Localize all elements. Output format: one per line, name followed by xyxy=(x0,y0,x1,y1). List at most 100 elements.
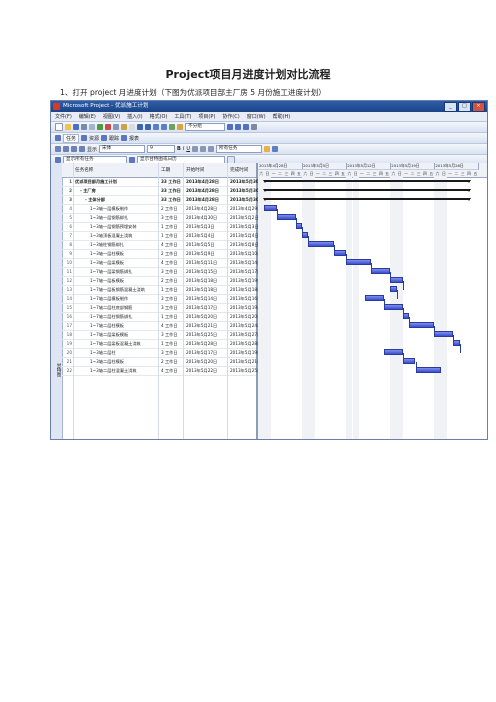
align-right-icon[interactable] xyxy=(207,146,214,152)
maximize-button[interactable]: □ xyxy=(458,102,471,112)
task-finish: 2013年5月19日 xyxy=(230,350,262,355)
paste-icon[interactable] xyxy=(121,124,127,130)
task-bar[interactable] xyxy=(276,214,296,220)
task-name: 1~3轴柱钢筋绑扎 xyxy=(90,242,124,247)
task-bar[interactable] xyxy=(384,349,403,355)
help-icon[interactable] xyxy=(251,124,257,130)
task-start: 2013年5月9日 xyxy=(186,251,215,256)
task-bar[interactable] xyxy=(402,358,416,364)
track-button[interactable]: 跟踪 xyxy=(109,135,119,142)
menu-item[interactable]: 项目(P) xyxy=(198,113,215,120)
timescale: 2013年4月28日六日一二三四五 2013年5月5日六日一二三四五 2013年5月… xyxy=(258,163,487,178)
standard-toolbar: 不分组 xyxy=(51,122,487,133)
task-pane-icon[interactable] xyxy=(55,135,61,141)
menu-item[interactable]: 插入(I) xyxy=(127,113,142,120)
task-finish: 2013年5月14日 xyxy=(230,260,262,265)
task-duration: 3 工作日 xyxy=(161,350,178,355)
open-folder-icon[interactable] xyxy=(65,124,71,130)
gantt-wizard-icon[interactable] xyxy=(271,146,278,152)
task-bar[interactable] xyxy=(264,205,277,211)
show-subtasks-icon[interactable] xyxy=(71,146,77,152)
filter-combo[interactable]: 所有任务 xyxy=(215,145,262,153)
outdent-icon[interactable] xyxy=(55,146,61,152)
task-info-icon[interactable] xyxy=(169,124,175,130)
save-icon[interactable] xyxy=(73,124,79,130)
menu-item[interactable]: 窗口(W) xyxy=(247,113,266,120)
task-name: 1~3轴二层柱 xyxy=(90,350,116,355)
task-name: 优派项目部月施工计划 xyxy=(75,179,117,184)
new-file-icon[interactable] xyxy=(55,123,63,131)
menu-item[interactable]: 视图(V) xyxy=(103,113,120,120)
summary-bar[interactable] xyxy=(263,180,472,183)
menu-item[interactable]: 工具(T) xyxy=(174,113,191,120)
align-center-icon[interactable] xyxy=(199,146,206,152)
task-bar[interactable] xyxy=(390,277,403,283)
unlink-tasks-icon[interactable] xyxy=(161,124,167,130)
task-bar[interactable] xyxy=(346,259,372,265)
link-tasks-icon[interactable] xyxy=(153,124,159,130)
report-button[interactable]: 报表 xyxy=(129,135,139,142)
group-by-combo[interactable]: 不分组 xyxy=(185,123,225,131)
task-duration: 3 工作日 xyxy=(161,305,178,310)
hide-subtasks-icon[interactable] xyxy=(79,146,85,152)
align-left-icon[interactable] xyxy=(191,146,198,152)
task-name: - 主厂房 xyxy=(80,188,96,193)
header-duration[interactable]: 工期 xyxy=(161,167,170,173)
undo-icon[interactable] xyxy=(137,124,143,130)
underline-button[interactable]: U xyxy=(186,146,190,152)
task-id: 20 xyxy=(66,350,72,355)
redo-icon[interactable] xyxy=(145,124,151,130)
spelling-icon[interactable] xyxy=(97,124,103,130)
scroll-to-task-icon[interactable] xyxy=(243,124,249,130)
task-bar[interactable] xyxy=(333,250,347,256)
timescale-week: 2013年5月5日 xyxy=(302,163,348,170)
italic-button[interactable]: I xyxy=(183,146,184,152)
header-task-name[interactable]: 任务名称 xyxy=(75,167,93,173)
copy-icon[interactable] xyxy=(113,124,119,130)
print-icon[interactable] xyxy=(81,124,87,130)
menu-item[interactable]: 协作(C) xyxy=(222,113,239,120)
task-duration: 1 工作日 xyxy=(161,224,178,229)
task-name: 1~3轴一层梁模板 xyxy=(90,260,124,265)
summary-bar[interactable] xyxy=(263,198,472,201)
task-finish: 2013年5月8日 xyxy=(230,242,259,247)
display-label[interactable]: 显示 xyxy=(87,146,97,153)
header-finish[interactable]: 完成时间 xyxy=(230,167,248,173)
report-icon xyxy=(121,135,128,141)
zoom-out-icon[interactable] xyxy=(235,124,241,130)
task-bar[interactable] xyxy=(308,241,334,247)
cut-icon[interactable] xyxy=(105,124,111,130)
summary-bar[interactable] xyxy=(263,189,472,192)
menu-item[interactable]: 文件(F) xyxy=(55,113,72,120)
task-duration: 33 工作日 xyxy=(161,188,181,193)
task-bar[interactable] xyxy=(434,331,454,337)
task-bar[interactable] xyxy=(409,322,435,328)
notes-icon[interactable] xyxy=(177,124,183,130)
zoom-in-icon[interactable] xyxy=(227,124,233,130)
task-bar[interactable] xyxy=(384,304,403,310)
menu-item[interactable]: 帮助(H) xyxy=(273,113,291,120)
task-bar[interactable] xyxy=(415,367,441,373)
menu-item[interactable]: 编辑(E) xyxy=(79,113,96,120)
resources-button[interactable]: 资源 xyxy=(89,135,99,142)
document-subtitle: 1、打开 project 月进度计划（下图为优派项目部主厂房 5 月份施工进度计… xyxy=(60,88,326,97)
task-bar[interactable] xyxy=(365,295,384,301)
font-combo[interactable]: 宋体 xyxy=(99,145,146,153)
tasks-button[interactable]: 任务 xyxy=(63,133,80,143)
print-preview-icon[interactable] xyxy=(89,124,95,130)
format-painter-icon[interactable] xyxy=(129,124,135,130)
window-titlebar: Microsoft Project - 优派施工计划 _ □ × xyxy=(51,101,487,112)
bold-button[interactable]: B xyxy=(177,146,181,152)
font-size-combo[interactable]: 9 xyxy=(147,145,176,153)
header-start[interactable]: 开始时间 xyxy=(186,167,204,173)
task-start: 2013年5月28日 xyxy=(186,341,218,346)
autofilter-icon[interactable] xyxy=(263,146,270,152)
task-name: 1~7轴二层柱底部钢筋 xyxy=(90,305,133,310)
indent-icon[interactable] xyxy=(63,146,69,152)
task-id: 18 xyxy=(66,332,72,337)
minimize-button[interactable]: _ xyxy=(444,102,457,112)
task-bar[interactable] xyxy=(371,268,391,274)
menu-item[interactable]: 格式(O) xyxy=(150,113,168,120)
close-button[interactable]: × xyxy=(472,102,485,112)
task-start: 2013年5月21日 xyxy=(186,323,218,328)
